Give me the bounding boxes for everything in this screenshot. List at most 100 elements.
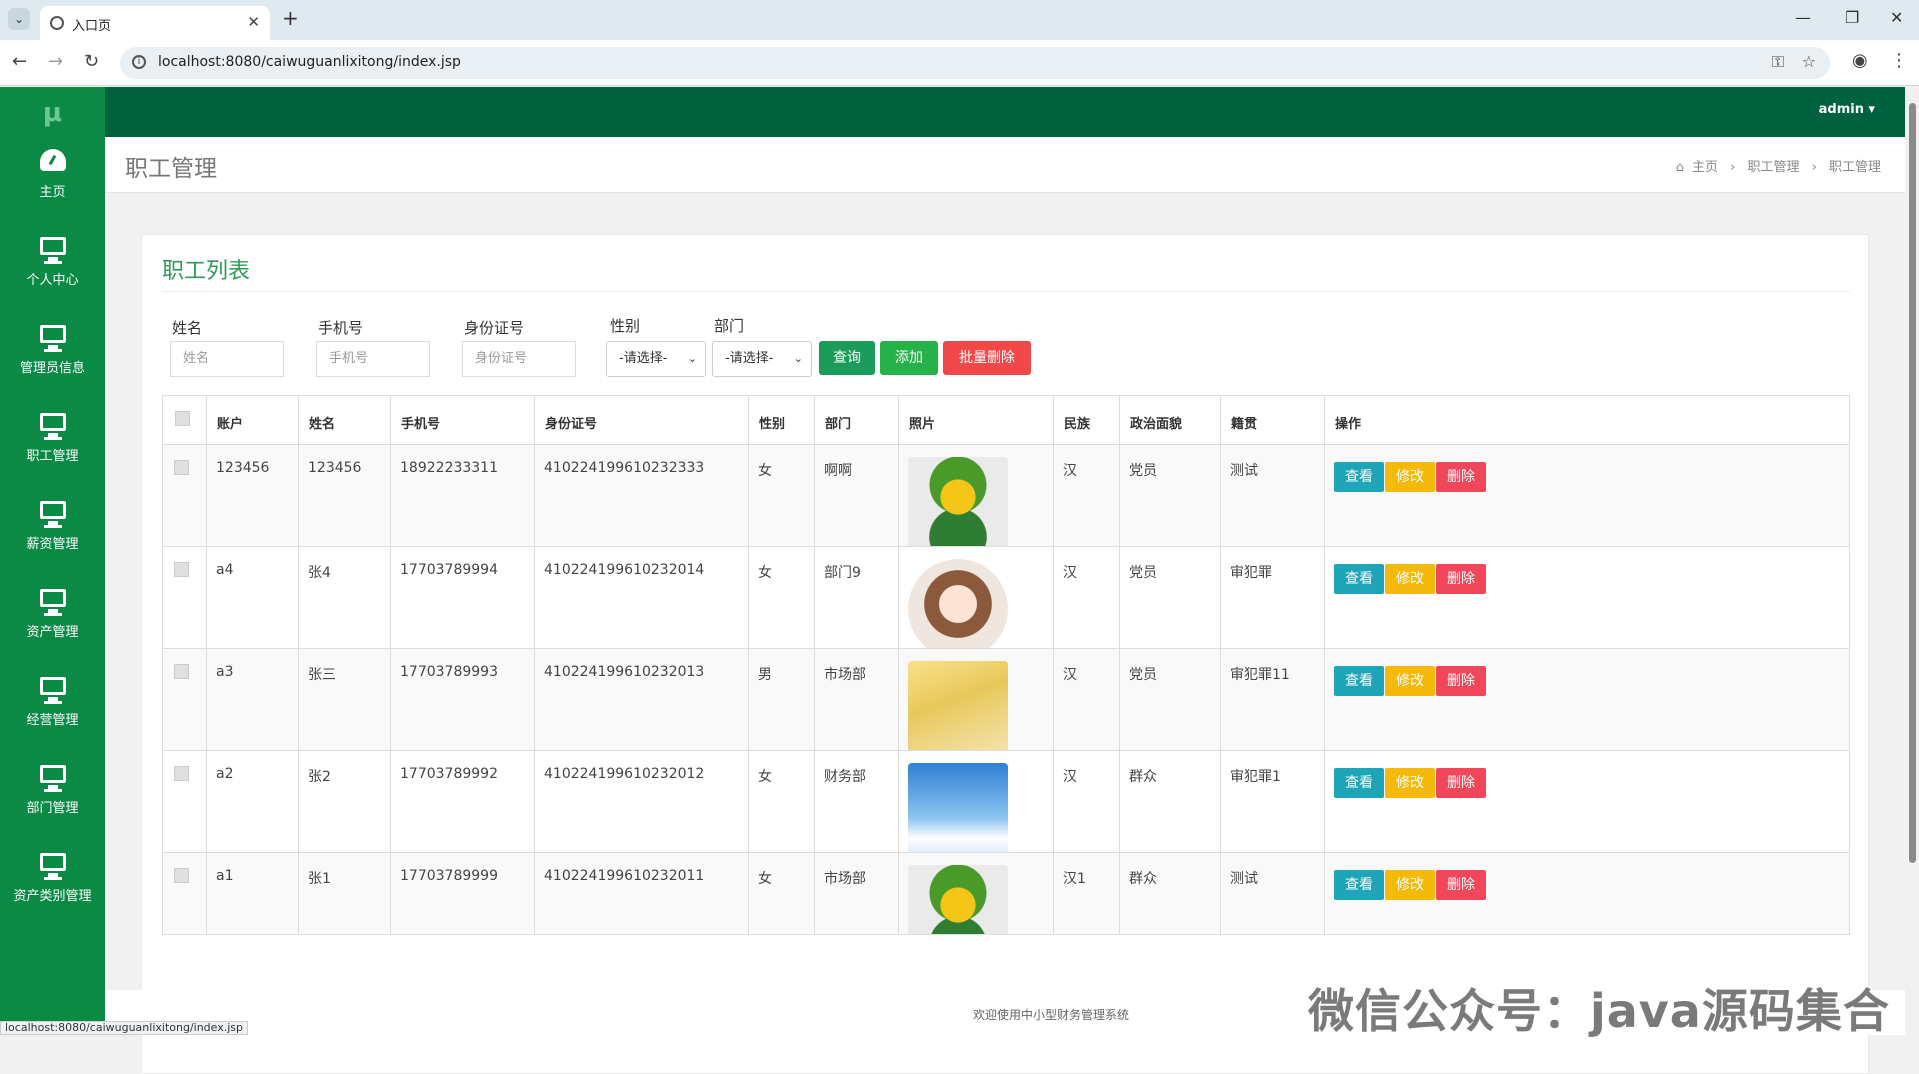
edit-button[interactable]: 修改 [1385,768,1435,798]
watermark-text: 微信公众号：java源码集合 [1308,984,1890,1038]
employee-photo [908,661,1008,750]
site-info-icon[interactable]: i [132,55,146,69]
delete-button[interactable]: 删除 [1436,768,1486,798]
forward-icon[interactable]: → [48,51,63,72]
cell-idcard: 410224199610232014 [544,562,705,578]
cell-name: 张三 [308,667,336,683]
delete-button[interactable]: 删除 [1436,666,1486,696]
chevron-down-icon: ⌄ [687,352,697,365]
sidebar-item-1[interactable]: 个人中心 [0,237,105,315]
sidebar-item-4[interactable]: 薪资管理 [0,501,105,579]
url-text[interactable]: localhost:8080/caiwuguanlixitong/index.j… [158,54,461,70]
delete-button[interactable]: 删除 [1436,462,1486,492]
back-icon[interactable]: ← [12,51,27,72]
sidebar-item-label: 部门管理 [26,801,79,816]
list-title: 职工列表 [162,259,251,284]
row-checkbox[interactable] [174,766,189,781]
minimize-icon[interactable]: — [1795,8,1811,27]
new-tab-icon[interactable]: + [282,6,299,30]
sidebar-item-6[interactable]: 经营管理 [0,677,105,755]
browser-tab[interactable]: 入口页 ✕ [40,6,270,40]
table-row: a2 张2 17703789992 410224199610232012 女 财务部 汉 群众… [162,751,1850,853]
cell-dept: 财务部 [824,769,866,785]
cell-hometown: 测试 [1230,871,1258,887]
cell-name: 123456 [308,460,362,476]
column-header: 手机号 [401,417,441,432]
view-button[interactable]: 查看 [1334,666,1384,696]
restore-icon[interactable]: ❐ [1845,8,1859,27]
idcard-input[interactable]: 身份证号 [462,341,576,377]
footer-text: 欢迎使用中小型财务管理系统 [973,1008,1130,1022]
address-bar: ← → ↻ i localhost:8080/caiwuguanlixitong… [0,40,1919,86]
breadcrumb-item[interactable]: 职工管理 [1747,160,1799,175]
column-header: 籍贯 [1231,417,1258,432]
sidebar: μ 主页 个人中心 管理员信息 职工管理 薪资管理 资产管理 经营管理 部门管理 资产类别管理 [0,87,105,1035]
row-checkbox[interactable] [174,868,189,883]
gender-select-value: -请选择- [619,351,668,366]
profile-icon[interactable]: ◉ [1852,50,1868,71]
monitor-icon [38,765,68,793]
edit-button[interactable]: 修改 [1385,870,1435,900]
edit-button[interactable]: 修改 [1385,462,1435,492]
select-all-checkbox[interactable] [175,411,190,426]
edit-button[interactable]: 修改 [1385,666,1435,696]
column-header: 照片 [909,417,936,432]
close-window-icon[interactable]: ✕ [1890,8,1903,27]
column-divider [206,395,207,935]
sidebar-item-0[interactable]: 主页 [0,149,105,227]
column-header: 操作 [1335,417,1362,432]
dept-select[interactable]: -请选择- ⌄ [712,341,812,377]
sidebar-item-7[interactable]: 部门管理 [0,765,105,843]
column-header: 性别 [759,417,786,432]
reload-icon[interactable]: ↻ [84,51,99,72]
sidebar-item-8[interactable]: 资产类别管理 [0,853,105,931]
cell-ethnic: 汉 [1063,769,1077,785]
batch-delete-button[interactable]: 批量删除 [943,341,1031,375]
cell-political: 党员 [1129,463,1157,479]
cell-ethnic: 汉 [1063,463,1077,479]
view-button[interactable]: 查看 [1334,462,1384,492]
name-input[interactable]: 姓名 [170,341,284,377]
home-icon: ⌂ [1675,160,1684,175]
employee-photo [908,559,1008,648]
row-checkbox[interactable] [174,460,189,475]
menu-icon[interactable]: ⋮ [1890,50,1908,71]
delete-button[interactable]: 删除 [1436,564,1486,594]
browser-tabbar: ⌄ 入口页 ✕ + — ❐ ✕ [0,0,1919,40]
column-divider [1119,395,1120,935]
cell-idcard: 410224199610232013 [544,664,705,680]
view-button[interactable]: 查看 [1334,768,1384,798]
tab-search-chevron-icon[interactable]: ⌄ [8,8,30,30]
key-icon[interactable]: ⚿ [1772,52,1784,72]
sidebar-item-5[interactable]: 资产管理 [0,589,105,667]
url-field[interactable]: i localhost:8080/caiwuguanlixitong/index… [120,47,1830,79]
delete-button[interactable]: 删除 [1436,870,1486,900]
cell-dept: 啊啊 [824,463,852,479]
user-menu[interactable]: admin ▾ [1819,102,1875,117]
sidebar-item-3[interactable]: 职工管理 [0,413,105,491]
column-header: 民族 [1064,417,1091,432]
search-button[interactable]: 查询 [819,341,875,375]
phone-input[interactable]: 手机号 [316,341,430,377]
scrollbar-thumb[interactable] [1909,103,1916,863]
tab-close-icon[interactable]: ✕ [247,13,260,31]
sidebar-item-2[interactable]: 管理员信息 [0,325,105,403]
cell-account: a4 [216,562,234,578]
view-button[interactable]: 查看 [1334,870,1384,900]
cell-dept: 市场部 [824,667,866,683]
gender-select[interactable]: -请选择- ⌄ [606,341,706,377]
page-scrollbar[interactable] [1905,87,1919,1035]
column-divider [1053,395,1054,935]
breadcrumb: ⌂ 主页 › 职工管理 › 职工管理 [1675,160,1881,175]
row-checkbox[interactable] [174,562,189,577]
row-checkbox[interactable] [174,664,189,679]
star-icon[interactable]: ☆ [1802,52,1816,71]
table-header: 账户 姓名 手机号 身份证号 性别 部门 照片 民族 政治面貌 籍贯 操作 [162,395,1850,445]
view-button[interactable]: 查看 [1334,564,1384,594]
edit-button[interactable]: 修改 [1385,564,1435,594]
add-button[interactable]: 添加 [880,341,938,375]
breadcrumb-home[interactable]: 主页 [1692,160,1718,175]
sidebar-item-label: 薪资管理 [26,537,79,552]
cell-political: 群众 [1129,871,1157,887]
idcard-label: 身份证号 [464,319,525,337]
